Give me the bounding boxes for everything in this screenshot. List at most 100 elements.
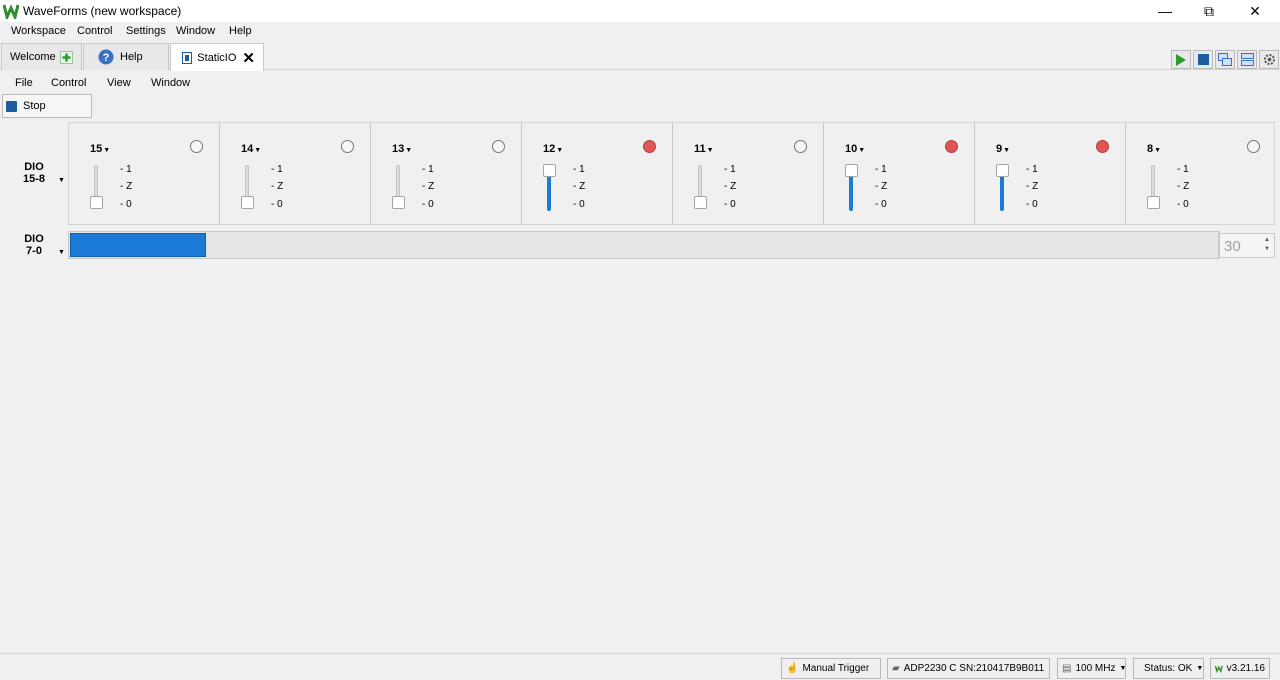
pin-dropdown-icon[interactable]: ▼	[556, 147, 563, 154]
pin-level-label: - 0	[573, 199, 585, 210]
group-name: DIO	[24, 161, 44, 173]
pin-level-label: - Z	[724, 181, 737, 192]
group-dio-15-8-label[interactable]: DIO 15-8	[19, 161, 49, 185]
tab-welcome[interactable]: Welcome	[1, 43, 82, 70]
spin-up-icon[interactable]: ▲	[1262, 236, 1272, 245]
menu-file[interactable]: File	[15, 77, 33, 89]
pin-level-label: - 0	[724, 199, 736, 210]
pin-slider-handle[interactable]	[996, 164, 1009, 177]
menu-workspace[interactable]: Workspace	[11, 25, 66, 37]
pin-slider-fill	[849, 173, 853, 211]
pin-dropdown-icon[interactable]: ▼	[707, 147, 714, 154]
version-button[interactable]: v3.21.16	[1210, 658, 1270, 679]
tab-welcome-label: Welcome	[10, 51, 56, 63]
menu-help[interactable]: Help	[229, 25, 252, 37]
settings-button[interactable]	[1259, 50, 1279, 69]
pin-state-led	[492, 140, 505, 153]
pin-slider-handle[interactable]	[543, 164, 556, 177]
tab-close-icon[interactable]: ✕	[242, 49, 255, 67]
spin-down-icon[interactable]: ▼	[1262, 245, 1272, 254]
menu-control[interactable]: Control	[77, 25, 112, 37]
plus-icon[interactable]	[59, 50, 73, 64]
menu-window[interactable]: Window	[176, 25, 215, 37]
run-all-button[interactable]	[1171, 50, 1191, 69]
pin-number-label[interactable]: 10▼	[845, 143, 865, 155]
pin-slider-handle[interactable]	[1147, 196, 1160, 209]
tile-windows-button[interactable]	[1237, 50, 1257, 69]
cascade-windows-button[interactable]	[1215, 50, 1235, 69]
pin-slider-fill	[1000, 173, 1004, 211]
instrument-menu-bar: File Control View Window	[0, 71, 1280, 93]
clock-dropdown-icon: ▼	[1119, 665, 1127, 672]
pin-state-led	[1247, 140, 1260, 153]
dio-7-0-value-spinbox[interactable]: 30 ▲ ▼	[1219, 233, 1275, 258]
title-bar: WaveForms (new workspace) — ⧉ ✕	[0, 0, 1280, 22]
clock-dropdown[interactable]: ▤ 100 MHz ▼	[1057, 658, 1126, 679]
pin-number: 14	[241, 143, 254, 155]
pin-dropdown-icon[interactable]: ▼	[1154, 147, 1161, 154]
pin-slider-handle[interactable]	[845, 164, 858, 177]
staticio-icon	[182, 51, 193, 64]
pin-slider-handle[interactable]	[241, 196, 254, 209]
group-dio-7-0-dropdown-icon[interactable]: ▼	[58, 249, 65, 256]
spinbox-arrows[interactable]: ▲ ▼	[1262, 236, 1272, 255]
menu-settings[interactable]: Settings	[126, 25, 166, 37]
workspace-tab-bar: Welcome ? Help StaticIO ✕	[0, 40, 1280, 71]
pin-slider-fill	[547, 173, 551, 211]
pin-number: 11	[694, 143, 706, 155]
pin-15: 15▼ - 1 - Z - 0	[69, 123, 220, 224]
group-dio-15-8-dropdown-icon[interactable]: ▼	[58, 177, 65, 184]
device-icon: ▰	[892, 663, 900, 674]
cascade-icon	[1218, 53, 1232, 66]
pin-dropdown-icon[interactable]: ▼	[1003, 147, 1010, 154]
tab-help[interactable]: ? Help	[83, 43, 169, 70]
pin-level-label: - Z	[422, 181, 435, 192]
restore-button[interactable]: ⧉	[1186, 0, 1232, 22]
device-button[interactable]: ▰ ADP2230 C SN:210417B9B011	[887, 658, 1050, 679]
pin-state-led	[794, 140, 807, 153]
value-bar-fill	[70, 233, 206, 257]
pin-slider-handle[interactable]	[694, 196, 707, 209]
pin-slider-handle[interactable]	[90, 196, 103, 209]
play-icon	[1176, 53, 1186, 66]
waveforms-logo-icon	[1215, 665, 1223, 674]
status-bar: ☝ Manual Trigger ▰ ADP2230 C SN:210417B9…	[0, 653, 1280, 680]
manual-trigger-button[interactable]: ☝ Manual Trigger	[781, 658, 881, 679]
stop-button[interactable]: Stop	[2, 94, 92, 118]
pin-level-label: - 1	[422, 164, 434, 175]
group-dio-7-0-label[interactable]: DIO 7-0	[19, 233, 49, 257]
stop-all-button[interactable]	[1193, 50, 1213, 69]
pin-dropdown-icon[interactable]: ▼	[254, 147, 261, 154]
pin-slider-handle[interactable]	[392, 196, 405, 209]
close-button[interactable]: ✕	[1232, 0, 1278, 22]
dio-7-0-value-bar[interactable]	[68, 231, 1219, 259]
status-dropdown[interactable]: Status: OK ▼	[1133, 658, 1204, 679]
pin-number-label[interactable]: 13▼	[392, 143, 412, 155]
pin-9: 9▼ - 1 - Z - 0	[975, 123, 1126, 224]
pin-number-label[interactable]: 8▼	[1147, 143, 1161, 155]
stop-button-label: Stop	[23, 100, 46, 112]
tab-staticio[interactable]: StaticIO ✕	[170, 43, 264, 71]
pin-number-label[interactable]: 11▼	[694, 143, 714, 155]
stop-icon	[1197, 54, 1209, 65]
tab-help-label: Help	[120, 51, 143, 63]
group-range: 15-8	[22, 173, 46, 185]
pin-level-label: - 0	[422, 199, 434, 210]
minimize-button[interactable]: —	[1142, 0, 1188, 22]
pin-level-label: - Z	[1026, 181, 1039, 192]
menu-instrument-control[interactable]: Control	[51, 77, 86, 89]
menu-view[interactable]: View	[107, 77, 131, 89]
pin-number-label[interactable]: 12▼	[543, 143, 563, 155]
pin-state-led	[1096, 140, 1109, 153]
pin-10: 10▼ - 1 - Z - 0	[824, 123, 975, 224]
pin-dropdown-icon[interactable]: ▼	[405, 147, 412, 154]
group-name: DIO	[24, 233, 44, 245]
menu-instrument-window[interactable]: Window	[151, 77, 190, 89]
pin-level-label: - 1	[875, 164, 887, 175]
pin-dropdown-icon[interactable]: ▼	[103, 147, 110, 154]
pin-12: 12▼ - 1 - Z - 0	[522, 123, 673, 224]
pin-number-label[interactable]: 15▼	[90, 143, 110, 155]
pin-number-label[interactable]: 9▼	[996, 143, 1010, 155]
pin-dropdown-icon[interactable]: ▼	[858, 147, 865, 154]
pin-number-label[interactable]: 14▼	[241, 143, 261, 155]
